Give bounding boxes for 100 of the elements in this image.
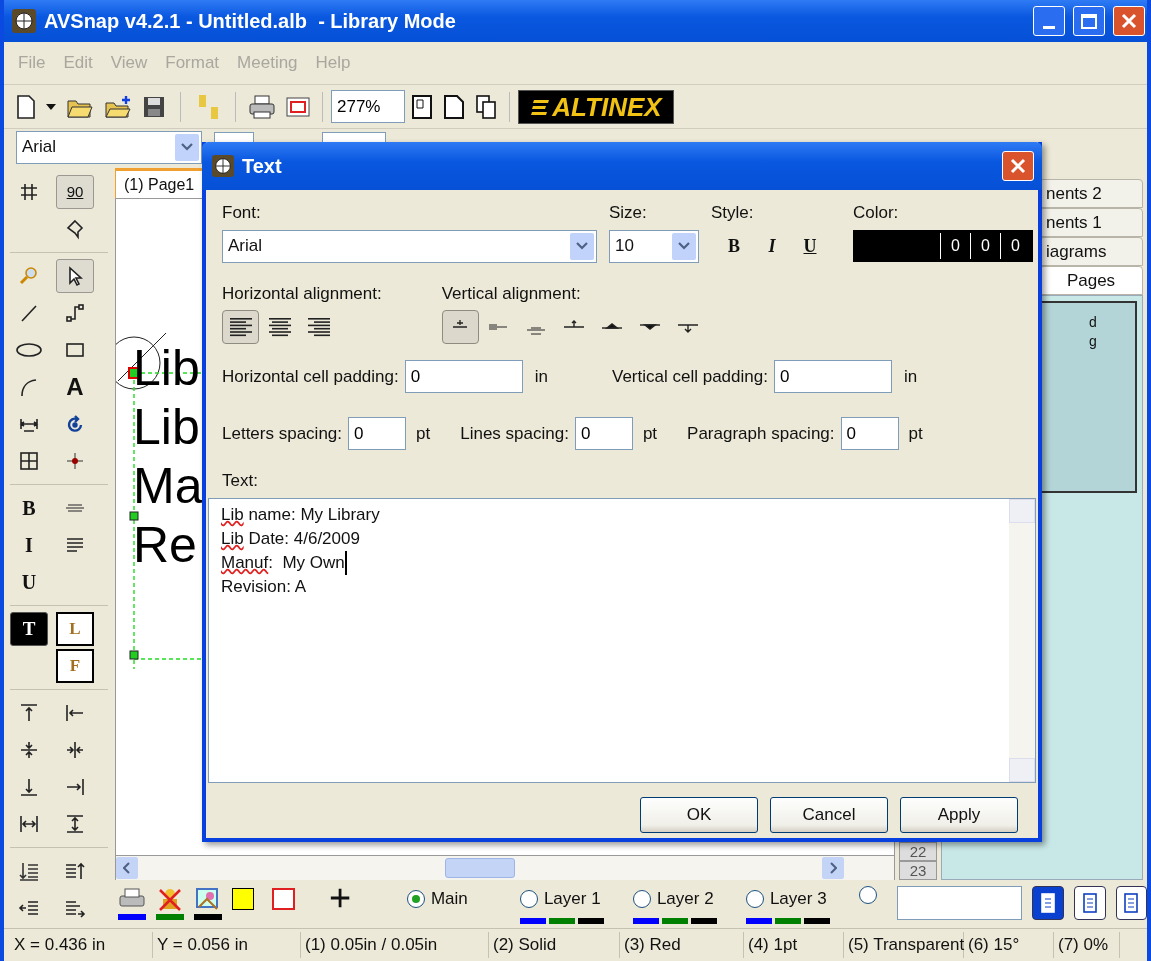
canvas-text: Re <box>133 516 197 575</box>
dialog-button[interactable]: Cancel <box>770 796 888 833</box>
maximize-icon[interactable] <box>1073 6 1105 36</box>
tool-button[interactable]: L <box>56 612 94 646</box>
view-icon[interactable] <box>1115 886 1147 920</box>
status-text: X = 0.436 in <box>10 932 153 958</box>
panel-tab[interactable]: Pages <box>1039 266 1143 295</box>
field-label: Letters spacing: <box>222 422 342 445</box>
input-field[interactable]: 0 <box>840 417 899 450</box>
style-button[interactable]: U <box>795 232 825 260</box>
unit-label: pt <box>642 422 658 445</box>
chevron-down-icon[interactable] <box>678 242 690 250</box>
field-label: Size: <box>609 202 648 224</box>
input-field[interactable] <box>896 886 1023 920</box>
color-bar <box>745 917 772 924</box>
dropdown[interactable]: Arial <box>16 130 202 164</box>
tool-button[interactable]: U <box>10 565 48 599</box>
zoom-field[interactable]: 277% <box>331 90 405 123</box>
page-number: 23 <box>899 861 937 880</box>
status-text: (2) Solid <box>489 932 620 958</box>
tool-button[interactable]: 90 <box>56 175 94 209</box>
person-crossed-icon[interactable] <box>156 886 184 912</box>
page-tab[interactable]: (1) Page1 <box>115 168 204 198</box>
field-label: Font: <box>222 202 262 224</box>
dropdown[interactable]: 10 <box>609 229 699 263</box>
view-icon[interactable] <box>1032 886 1064 920</box>
dialog-button[interactable]: Apply <box>900 796 1018 833</box>
scroll-left-icon[interactable] <box>116 857 138 879</box>
rgb-value: 0 <box>970 232 1000 259</box>
color-bar <box>156 914 184 920</box>
page-number: 22 <box>899 842 937 861</box>
input-field[interactable]: 0 <box>773 360 892 393</box>
status-text: Y = 0.056 in <box>153 932 301 958</box>
layer-label[interactable]: Main <box>430 886 468 912</box>
pointer-icon[interactable] <box>56 259 94 293</box>
radio-button[interactable] <box>745 889 764 908</box>
style-button[interactable]: I <box>757 232 787 260</box>
unit-label: in <box>534 365 548 388</box>
text-line: Manuf: My Own <box>221 550 347 575</box>
chevron-down-icon[interactable] <box>576 242 588 250</box>
status-text: (5) Transparent <box>844 932 964 958</box>
view-icon[interactable] <box>1074 886 1106 920</box>
input-field[interactable]: 0 <box>348 417 406 450</box>
radio-button[interactable] <box>406 889 425 908</box>
rgb-value: 0 <box>940 232 970 259</box>
panel-tab[interactable]: iagrams <box>1039 237 1143 266</box>
style-button[interactable]: B <box>719 232 749 260</box>
field-label: Paragraph spacing: <box>687 422 835 445</box>
rgb-value: 0 <box>1000 232 1030 259</box>
window-title: AVSnap v4.2.1 - Untitled.alb - Library Mode <box>44 9 457 34</box>
unit-label: pt <box>416 422 431 445</box>
panel-tab[interactable]: nents 1 <box>1039 208 1143 237</box>
tool-button[interactable]: I <box>10 528 48 562</box>
dropdown[interactable]: Arial <box>222 229 597 263</box>
align-icon[interactable] <box>222 310 259 344</box>
radio-button[interactable] <box>632 889 651 908</box>
scroll-right-icon[interactable] <box>822 857 844 879</box>
close-icon[interactable] <box>1002 151 1034 181</box>
panel-tab[interactable]: nents 2 <box>1039 179 1143 208</box>
color-bar <box>194 914 222 920</box>
minimize-icon[interactable] <box>1033 6 1065 36</box>
thumbnail-text: d <box>1089 313 1098 332</box>
plus-icon[interactable] <box>328 886 351 910</box>
unit-label: in <box>903 365 918 388</box>
text-line: Lib name: My Library <box>221 503 380 526</box>
scroll-thumb[interactable] <box>445 858 515 878</box>
tool-button[interactable]: F <box>56 649 94 683</box>
color-swatch[interactable]: 0 0 0 <box>853 229 1033 262</box>
chevron-down-icon[interactable] <box>181 143 193 151</box>
fill-color-icon[interactable] <box>232 888 255 910</box>
radio-button[interactable] <box>519 889 538 908</box>
field-label: Vertical cell padding: <box>612 365 768 388</box>
color-bar <box>519 917 546 924</box>
layer-label[interactable]: Layer 2 <box>656 886 714 912</box>
input-field[interactable]: 0 <box>404 360 523 393</box>
close-icon[interactable] <box>1113 6 1145 36</box>
canvas-text: Ma <box>133 457 203 516</box>
status-text: (7) 0% <box>1054 932 1120 958</box>
tool-button[interactable]: T <box>10 612 48 646</box>
scrollbar[interactable] <box>1009 498 1035 782</box>
color-bar <box>548 917 575 924</box>
field-label: Horizontal alignment: <box>222 282 382 305</box>
text-area[interactable]: Lib name: My Library Lib Date: 4/6/2009 Manuf: My Own Revision: A <box>208 497 1036 783</box>
color-bar <box>661 917 688 924</box>
color-bar <box>803 917 830 924</box>
dialog-button[interactable]: OK <box>640 796 758 833</box>
field-label: Vertical alignment: <box>441 282 582 305</box>
tool-button[interactable]: A <box>56 370 94 404</box>
status-text: (4) 1pt <box>744 932 844 958</box>
line-color-icon[interactable] <box>272 888 295 910</box>
radio-button[interactable] <box>858 886 877 904</box>
layer-label[interactable]: Layer 1 <box>543 886 601 912</box>
field-label: Text: <box>222 470 259 492</box>
canvas-text: Lib <box>133 398 200 457</box>
input-field[interactable]: 0 <box>574 417 633 450</box>
layer-label[interactable]: Layer 3 <box>769 886 827 912</box>
align-icon[interactable] <box>441 310 479 344</box>
color-bar <box>774 917 801 924</box>
tool-button[interactable]: B <box>10 491 48 525</box>
color-bar <box>577 917 604 924</box>
